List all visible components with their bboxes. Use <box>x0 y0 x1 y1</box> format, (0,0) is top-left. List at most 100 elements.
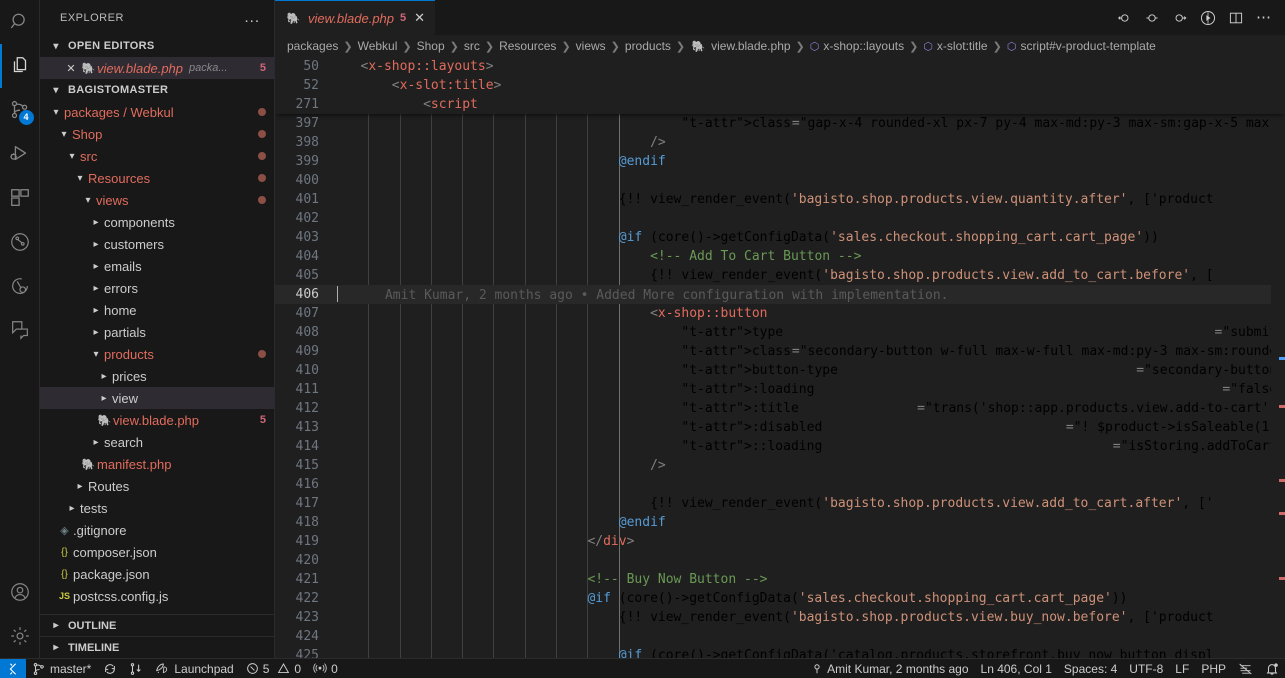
status-branch[interactable]: master* <box>26 659 97 678</box>
status-language-mode[interactable]: PHP <box>1195 659 1232 678</box>
activity-gear-icon[interactable] <box>0 614 40 658</box>
more-actions-icon[interactable]: ⋯ <box>1251 5 1277 31</box>
breadcrumb-item[interactable]: views <box>576 39 606 53</box>
breadcrumb-item[interactable]: Webkul <box>358 39 398 53</box>
code-line[interactable]: 398 /> <box>275 133 1285 152</box>
tree-file[interactable]: 🐘 manifest.php <box>40 453 274 475</box>
tree-folder[interactable]: ▸ tests <box>40 497 274 519</box>
sticky-line[interactable]: 50 <x-shop::layouts> <box>275 57 1285 76</box>
breadcrumb-item[interactable]: ⬡ x-shop::layouts <box>810 39 904 53</box>
code-line[interactable]: 399 @endif <box>275 152 1285 171</box>
tree-file[interactable]: ◈ .gitignore <box>40 519 274 541</box>
status-bell-dot-icon[interactable] <box>1259 659 1285 678</box>
activity-chat-icon[interactable] <box>0 308 40 352</box>
tree-folder[interactable]: ▸ emails <box>40 255 274 277</box>
code-line[interactable]: 424 <box>275 627 1285 646</box>
tree-folder[interactable]: ▾ Resources <box>40 167 274 189</box>
breadcrumb-item[interactable]: ⬡ script#v-product-template <box>1007 39 1156 53</box>
activity-account-icon[interactable] <box>0 570 40 614</box>
status-ports[interactable]: 0 <box>307 659 344 678</box>
tree-folder[interactable]: ▸ errors <box>40 277 274 299</box>
breadcrumb-item[interactable]: src <box>464 39 480 53</box>
tab-view-blade-php[interactable]: 🐘 view.blade.php 5 ✕ <box>275 0 436 35</box>
code-line[interactable]: 422 @if (core()->getConfigData('sales.ch… <box>275 589 1285 608</box>
activity-testing-icon[interactable] <box>0 264 40 308</box>
section-open-editors[interactable]: ▾ OPEN EDITORS <box>40 35 274 57</box>
code-line[interactable]: 415 /> <box>275 456 1285 475</box>
code-line[interactable]: 402 <box>275 209 1285 228</box>
tree-folder[interactable]: ▸ prices <box>40 365 274 387</box>
activity-source-control-icon[interactable]: 4 <box>0 88 40 132</box>
code-line[interactable]: 417 {!! view_render_event('bagisto.shop.… <box>275 494 1285 513</box>
tree-folder[interactable]: ▾ views <box>40 189 274 211</box>
code-line[interactable]: 409 "t-attr">class = "secondary-button w-f… <box>275 342 1285 361</box>
breadcrumb-item[interactable]: Resources <box>499 39 556 53</box>
status-compare[interactable] <box>123 659 149 678</box>
tree-folder[interactable]: ▾ Shop <box>40 123 274 145</box>
breadcrumb-item[interactable]: Shop <box>417 39 445 53</box>
go-forward-icon[interactable] <box>1167 5 1193 31</box>
panel-timeline[interactable]: ▸ TIMELINE <box>40 636 274 658</box>
code-line[interactable]: 406 Amit Kumar, 2 months ago • Added Mor… <box>275 285 1285 304</box>
tree-folder[interactable]: ▸ search <box>40 431 274 453</box>
status-sync[interactable] <box>97 659 123 678</box>
activity-run-debug-icon[interactable] <box>0 132 40 176</box>
code-line[interactable]: 410 "t-attr">button-type = "secondary-butt… <box>275 361 1285 380</box>
activity-search-icon[interactable] <box>0 0 40 44</box>
code-line[interactable]: 425 @if (core()->getConfigData('catalog.… <box>275 646 1285 658</box>
go-back-icon[interactable] <box>1111 5 1137 31</box>
code-line[interactable]: 411 "t-attr">:loading = "false" <box>275 380 1285 399</box>
tree-folder[interactable]: ▸ Routes <box>40 475 274 497</box>
tree-folder[interactable]: ▸ components <box>40 211 274 233</box>
code-line[interactable]: 413 "t-attr">:disabled = "! $product->isSa… <box>275 418 1285 437</box>
breadcrumb-item[interactable]: products <box>625 39 671 53</box>
tree-file[interactable]: JS postcss.config.js <box>40 585 274 607</box>
code-line[interactable]: 407 <x-shop::button <box>275 304 1285 323</box>
code-line[interactable]: 408 "t-attr">type = "submit" <box>275 323 1285 342</box>
status-problems[interactable]: 5 0 <box>240 659 307 678</box>
code-line[interactable]: 423 {!! view_render_event('bagisto.shop.… <box>275 608 1285 627</box>
tree-folder[interactable]: ▸ home <box>40 299 274 321</box>
code-line[interactable]: 401 {!! view_render_event('bagisto.shop.… <box>275 190 1285 209</box>
split-editor-icon[interactable] <box>1223 5 1249 31</box>
tab-close-icon[interactable]: ✕ <box>414 10 425 26</box>
sticky-line[interactable]: 52 <x-slot:title> <box>275 76 1285 95</box>
tree-folder[interactable]: ▾ products <box>40 343 274 365</box>
minimap[interactable] <box>1271 57 1285 658</box>
tree-file[interactable]: {} package.json <box>40 563 274 585</box>
code-line[interactable]: 412 "t-attr">:title = "trans('shop::app.pr… <box>275 399 1285 418</box>
status-prettier-icon[interactable] <box>1232 659 1259 678</box>
tree-folder[interactable]: ▾ packages / Webkul <box>40 101 274 123</box>
code-line[interactable]: 397 "t-attr">class = "gap-x-4 rounded-xl p… <box>275 114 1285 133</box>
git-commit-icon[interactable] <box>1139 5 1165 31</box>
activity-explorer-icon[interactable] <box>0 44 40 88</box>
code-line[interactable]: 418 @endif <box>275 513 1285 532</box>
run-php-icon[interactable] <box>1195 5 1221 31</box>
status-launchpad[interactable]: Launchpad <box>149 659 239 678</box>
panel-outline[interactable]: ▸ OUTLINE <box>40 614 274 636</box>
status-encoding[interactable]: UTF-8 <box>1123 659 1169 678</box>
code-line[interactable]: 420 <box>275 551 1285 570</box>
activity-extensions-icon[interactable] <box>0 176 40 220</box>
code-line[interactable]: 416 <box>275 475 1285 494</box>
code-editor[interactable]: 50 <x-shop::layouts> 52 <x-slot:title> 271… <box>275 57 1285 658</box>
tree-folder[interactable]: ▸ partials <box>40 321 274 343</box>
status-eol[interactable]: LF <box>1169 659 1195 678</box>
close-icon[interactable]: ✕ <box>62 62 80 75</box>
remote-indicator[interactable] <box>0 658 26 678</box>
code-line[interactable]: 404 <!-- Add To Cart Button --> <box>275 247 1285 266</box>
status-indentation[interactable]: Spaces: 4 <box>1058 659 1123 678</box>
code-line[interactable]: 403 @if (core()->getConfigData('sales.ch… <box>275 228 1285 247</box>
code-line[interactable]: 405 {!! view_render_event('bagisto.shop.… <box>275 266 1285 285</box>
open-editor-item[interactable]: ✕ 🐘 view.blade.php packa... 5 <box>40 57 274 79</box>
code-line[interactable]: 419 </div> <box>275 532 1285 551</box>
tree-folder[interactable]: ▾ src <box>40 145 274 167</box>
breadcrumb-item[interactable]: ⬡ x-slot:title <box>923 39 987 53</box>
sticky-line[interactable]: 271 <script <box>275 95 1285 114</box>
sidebar-more-actions-icon[interactable]: ... <box>238 9 266 26</box>
code-line[interactable]: 421 <!-- Buy Now Button --> <box>275 570 1285 589</box>
code-line[interactable]: 400 <box>275 171 1285 190</box>
status-git-blame[interactable]: Amit Kumar, 2 months ago <box>805 659 974 678</box>
tree-file[interactable]: {} composer.json <box>40 541 274 563</box>
tree-folder[interactable]: ▸ view <box>40 387 274 409</box>
